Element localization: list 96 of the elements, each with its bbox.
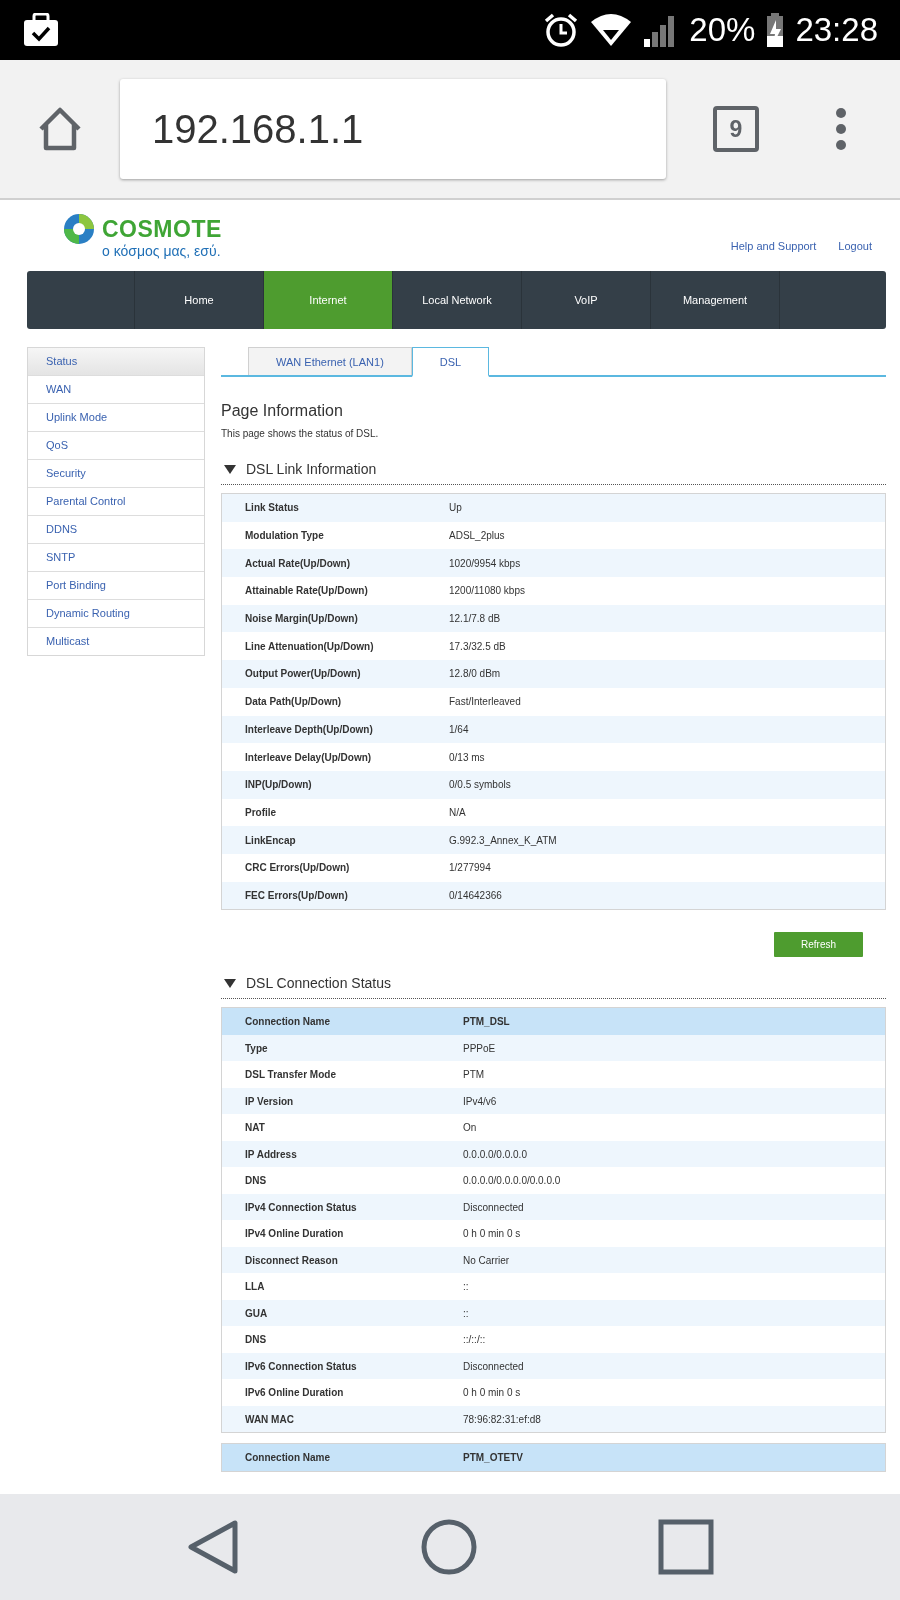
row-value: ::/::/:: bbox=[462, 1334, 486, 1346]
row-label: GUA bbox=[244, 1307, 269, 1319]
wifi-icon bbox=[589, 12, 634, 48]
row-value: N/A bbox=[448, 806, 466, 818]
brand-name: COSMOTE bbox=[102, 215, 222, 243]
url-text: 192.168.1.1 bbox=[152, 106, 364, 152]
row-label: Connection Name bbox=[244, 1452, 331, 1464]
page-description: This page shows the status of DSL. bbox=[221, 428, 380, 439]
row-value: 0/14642366 bbox=[448, 889, 502, 901]
nav-tab[interactable]: Local Network bbox=[393, 271, 522, 329]
row-value: 0/0.5 symbols bbox=[448, 779, 511, 791]
row-label: Output Power(Up/Down) bbox=[244, 668, 362, 680]
row-label: FEC Errors(Up/Down) bbox=[244, 889, 349, 901]
row-value: 0.0.0.0/0.0.0.0 bbox=[462, 1148, 527, 1160]
row-value: G.992.3_Annex_K_ATM bbox=[448, 834, 557, 846]
row-label: Line Attenuation(Up/Down) bbox=[244, 640, 375, 652]
row-label: DNS bbox=[244, 1334, 268, 1346]
row-label: Interleave Delay(Up/Down) bbox=[244, 751, 373, 763]
row-label: IP Address bbox=[244, 1148, 298, 1160]
alarm-clock-icon bbox=[543, 12, 580, 48]
row-label: INP(Up/Down) bbox=[244, 779, 313, 791]
tab-count-button[interactable]: 9 bbox=[713, 106, 759, 152]
row-label: CRC Errors(Up/Down) bbox=[244, 862, 351, 874]
row-label: IP Version bbox=[244, 1095, 295, 1107]
row-label: DNS bbox=[244, 1175, 268, 1187]
triangle-down-icon[interactable] bbox=[224, 463, 236, 475]
menu-icon[interactable] bbox=[834, 107, 848, 151]
battery-charging-icon bbox=[765, 12, 786, 48]
row-label: Link Status bbox=[244, 502, 300, 514]
header-link[interactable]: Help and Support bbox=[730, 240, 817, 252]
nav-tab[interactable]: Internet bbox=[264, 271, 393, 329]
row-value: Disconnected bbox=[462, 1201, 524, 1213]
swirl-logo-icon bbox=[63, 213, 95, 245]
brand-tagline: ο κόσμος μας, εσύ. bbox=[102, 243, 222, 259]
row-label: Modulation Type bbox=[244, 530, 325, 542]
row-value: Disconnected bbox=[462, 1360, 524, 1372]
row-value: 0/13 ms bbox=[448, 751, 485, 763]
row-value: PTM_OTETV bbox=[462, 1452, 523, 1464]
section-title: DSL Connection Status bbox=[246, 975, 391, 992]
row-value: :: bbox=[462, 1307, 469, 1319]
row-value: 12.8/0 dBm bbox=[448, 668, 501, 680]
row-value: On bbox=[462, 1122, 477, 1134]
tab[interactable]: DSL bbox=[411, 347, 490, 377]
row-value: Fast/Interleaved bbox=[448, 696, 521, 708]
section-title: DSL Link Information bbox=[246, 461, 377, 477]
clock-time: 23:28 bbox=[795, 11, 878, 49]
row-label: Attainable Rate(Up/Down) bbox=[244, 585, 369, 597]
battery-percent: 20% bbox=[689, 11, 756, 49]
row-value: 1/277994 bbox=[448, 862, 491, 874]
nav-tab[interactable]: VoIP bbox=[522, 271, 651, 329]
row-label: NAT bbox=[244, 1122, 266, 1134]
row-value: PPPoE bbox=[462, 1042, 496, 1054]
row-value: 0.0.0.0/0.0.0.0/0.0.0.0 bbox=[462, 1175, 561, 1187]
row-label: LinkEncap bbox=[244, 834, 297, 846]
row-label: IPv6 Online Duration bbox=[244, 1387, 345, 1399]
row-label: Actual Rate(Up/Down) bbox=[244, 557, 351, 569]
row-value: :: bbox=[462, 1281, 469, 1293]
row-value: PTM bbox=[462, 1069, 485, 1081]
row-value: 1020/9954 kbps bbox=[448, 557, 521, 569]
address-field[interactable]: 192.168.1.1 bbox=[120, 79, 666, 179]
triangle-down-icon[interactable] bbox=[224, 977, 236, 990]
row-value: 0 h 0 min 0 s bbox=[462, 1228, 521, 1240]
row-label: DSL Transfer Mode bbox=[244, 1069, 337, 1081]
row-label: Disconnect Reason bbox=[244, 1254, 339, 1266]
refresh-button[interactable]: Refresh bbox=[774, 932, 863, 958]
nav-tab[interactable]: Management bbox=[651, 271, 780, 329]
row-label: Type bbox=[244, 1042, 269, 1054]
row-value: Up bbox=[448, 502, 462, 514]
back-icon[interactable] bbox=[187, 1519, 239, 1575]
row-label: Connection Name bbox=[244, 1016, 331, 1028]
row-label: IPv6 Connection Status bbox=[244, 1360, 358, 1372]
row-label: LLA bbox=[244, 1281, 266, 1293]
row-value: 78:96:82:31:ef:d8 bbox=[462, 1413, 541, 1425]
row-label: Profile bbox=[244, 806, 278, 818]
header-link[interactable]: Logout bbox=[838, 240, 872, 252]
row-label: WAN MAC bbox=[244, 1413, 295, 1425]
row-value: ADSL_2plus bbox=[448, 530, 505, 542]
tab[interactable]: WAN Ethernet (LAN1) bbox=[248, 347, 412, 375]
home-circle-icon[interactable] bbox=[420, 1519, 477, 1575]
row-value: 1/64 bbox=[448, 723, 469, 735]
row-label: IPv4 Connection Status bbox=[244, 1201, 358, 1213]
page-title: Page Information bbox=[221, 402, 344, 420]
row-label: IPv4 Online Duration bbox=[244, 1228, 345, 1240]
row-value: IPv4/v6 bbox=[462, 1095, 497, 1107]
row-value: 0 h 0 min 0 s bbox=[462, 1387, 521, 1399]
briefcase-check-icon bbox=[23, 13, 59, 47]
sidebar-item[interactable]: Status bbox=[28, 348, 204, 375]
row-label: Data Path(Up/Down) bbox=[244, 696, 343, 708]
row-value: 12.1/7.8 dB bbox=[448, 613, 501, 625]
row-label: Noise Margin(Up/Down) bbox=[244, 613, 359, 625]
row-label: Interleave Depth(Up/Down) bbox=[244, 723, 374, 735]
row-value: 17.3/32.5 dB bbox=[448, 640, 506, 652]
row-value: No Carrier bbox=[462, 1254, 510, 1266]
row-value: 1200/11080 kbps bbox=[448, 585, 525, 597]
recents-icon[interactable] bbox=[658, 1519, 714, 1575]
row-value: PTM_DSL bbox=[462, 1016, 510, 1028]
